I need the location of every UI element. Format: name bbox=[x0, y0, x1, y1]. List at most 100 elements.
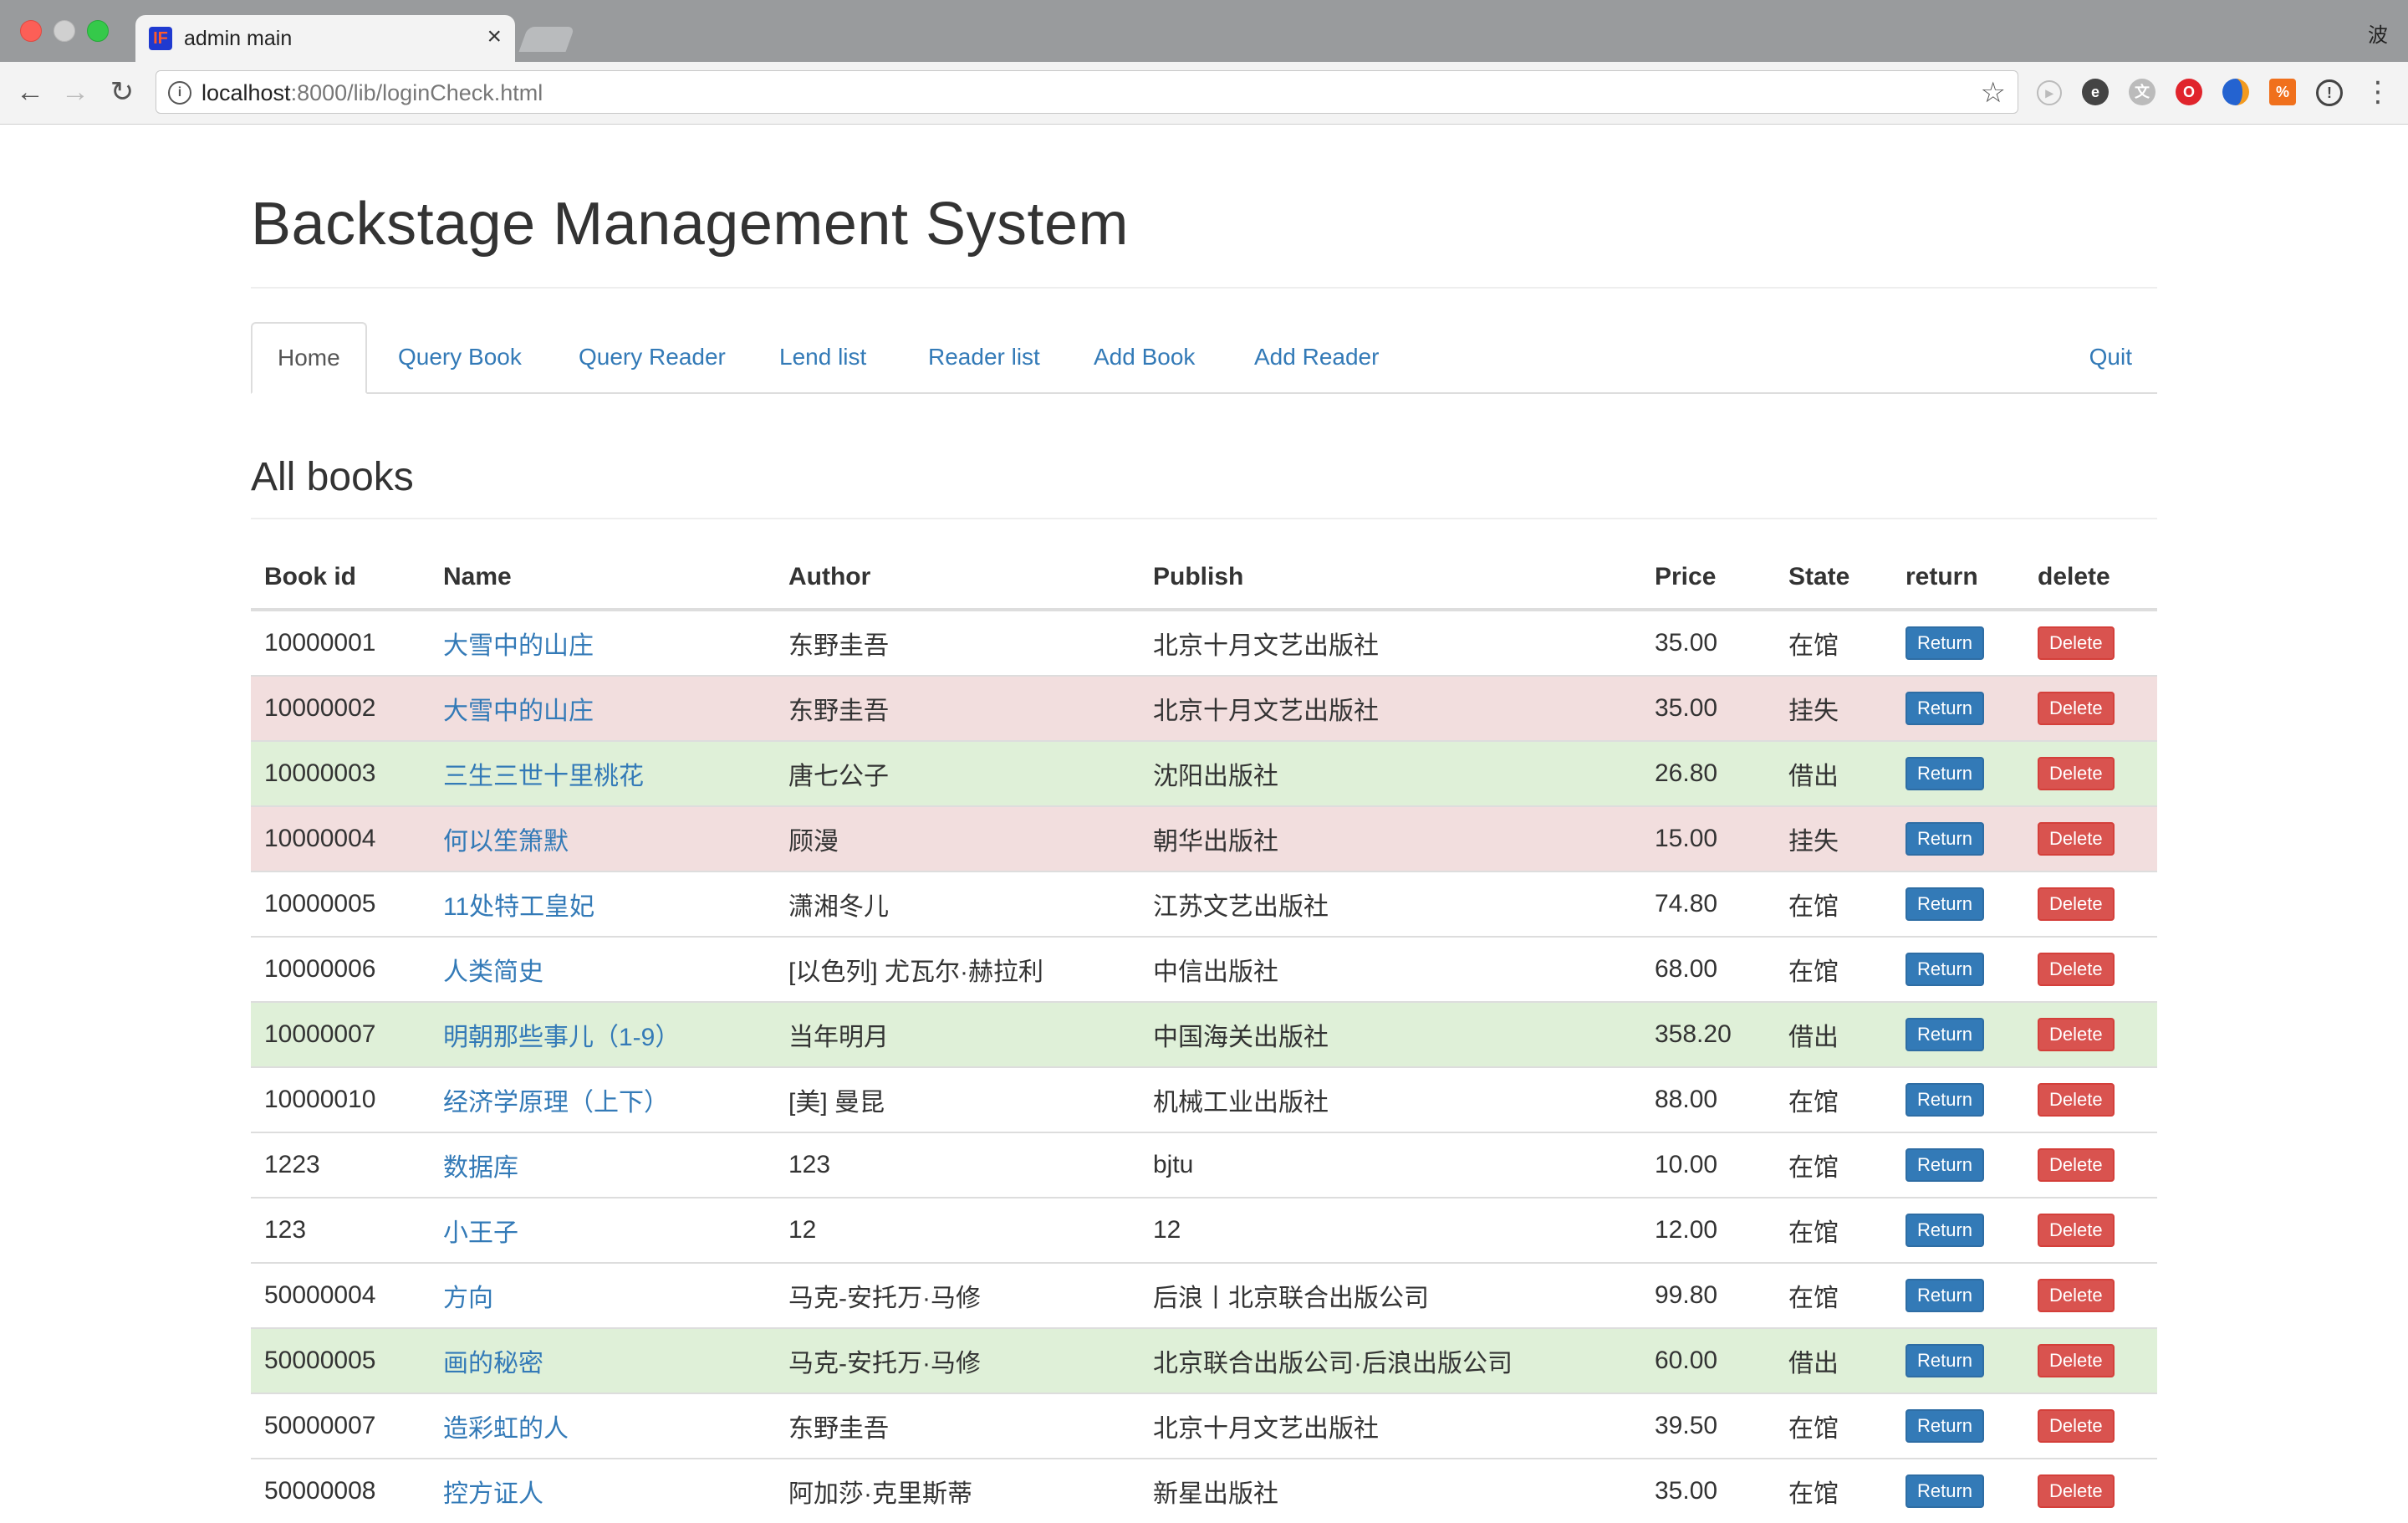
return-button[interactable]: Return bbox=[1905, 1214, 1985, 1247]
delete-cell: Delete bbox=[2024, 1001, 2157, 1067]
book-name-link[interactable]: 大雪中的山庄 bbox=[443, 698, 594, 725]
return-cell: Return bbox=[1892, 1327, 2024, 1393]
book-name-link[interactable]: 大雪中的山庄 bbox=[443, 632, 594, 660]
book-name-link[interactable]: 造彩虹的人 bbox=[443, 1415, 569, 1443]
delete-button[interactable]: Delete bbox=[2038, 822, 2115, 856]
new-tab-button[interactable] bbox=[518, 27, 575, 52]
back-arrow-icon[interactable]: ← bbox=[13, 75, 47, 109]
delete-button[interactable]: Delete bbox=[2038, 887, 2115, 921]
return-button[interactable]: Return bbox=[1905, 822, 1985, 856]
page-content: Backstage Management System Home Query B… bbox=[0, 125, 2408, 1523]
tab-reader-list[interactable]: Reader list bbox=[903, 322, 1065, 392]
site-info-icon[interactable]: i bbox=[168, 81, 191, 105]
book-name-link[interactable]: 画的秘密 bbox=[443, 1350, 543, 1377]
return-button[interactable]: Return bbox=[1905, 1279, 1985, 1312]
delete-button[interactable]: Delete bbox=[2038, 692, 2115, 725]
book-name-link[interactable]: 明朝那些事儿（1-9） bbox=[443, 1024, 680, 1051]
book-name-link[interactable]: 控方证人 bbox=[443, 1480, 543, 1508]
price-cell: 15.00 bbox=[1641, 805, 1775, 871]
book-id-cell: 10000005 bbox=[251, 871, 430, 937]
book-name-link[interactable]: 小王子 bbox=[443, 1219, 518, 1247]
evernote-icon[interactable]: e bbox=[2082, 79, 2109, 105]
delete-button[interactable]: Delete bbox=[2038, 1148, 2115, 1182]
price-cell: 99.80 bbox=[1641, 1262, 1775, 1328]
close-window-button[interactable] bbox=[20, 20, 42, 42]
delete-cell: Delete bbox=[2024, 1066, 2157, 1132]
delete-button[interactable]: Delete bbox=[2038, 1409, 2115, 1443]
tab-query-book[interactable]: Query Book bbox=[373, 322, 547, 392]
delete-button[interactable]: Delete bbox=[2038, 1214, 2115, 1247]
return-button[interactable]: Return bbox=[1905, 1148, 1985, 1182]
return-cell: Return bbox=[1892, 1197, 2024, 1263]
price-cell: 74.80 bbox=[1641, 871, 1775, 937]
translate-icon[interactable]: 文 bbox=[2129, 79, 2155, 105]
book-name-link[interactable]: 三生三世十里桃花 bbox=[443, 763, 644, 790]
opera-icon[interactable]: O bbox=[2176, 79, 2202, 105]
book-name-link[interactable]: 数据库 bbox=[443, 1154, 518, 1182]
return-cell: Return bbox=[1892, 740, 2024, 806]
publish-cell: 北京十月文艺出版社 bbox=[1140, 675, 1641, 741]
tab-query-reader[interactable]: Query Reader bbox=[554, 322, 751, 392]
book-id-cell: 123 bbox=[251, 1197, 430, 1263]
browser-menu-icon[interactable]: ⋮ bbox=[2361, 75, 2395, 109]
delete-button[interactable]: Delete bbox=[2038, 626, 2115, 660]
tab-quit[interactable]: Quit bbox=[2064, 322, 2157, 392]
return-button[interactable]: Return bbox=[1905, 1018, 1985, 1051]
state-cell: 在馆 bbox=[1775, 936, 1892, 1002]
return-button[interactable]: Return bbox=[1905, 953, 1985, 986]
book-name-link[interactable]: 何以笙箫默 bbox=[443, 828, 569, 856]
url-text[interactable]: localhost:8000/lib/loginCheck.html bbox=[202, 79, 543, 106]
tab-lend-list[interactable]: Lend list bbox=[754, 322, 891, 392]
return-button[interactable]: Return bbox=[1905, 887, 1985, 921]
table-row: 50000007 造彩虹的人 东野圭吾 北京十月文艺出版社 39.50 在馆 Return D… bbox=[251, 1393, 2157, 1459]
book-name-cell: 11处特工皇妃 bbox=[430, 871, 775, 937]
return-button[interactable]: Return bbox=[1905, 626, 1985, 660]
book-name-link[interactable]: 11处特工皇妃 bbox=[443, 893, 594, 921]
return-button[interactable]: Return bbox=[1905, 1409, 1985, 1443]
table-header-row: Book id Name Author Publish Price State … bbox=[251, 546, 2157, 611]
browser-tab-active[interactable]: IF admin main × bbox=[135, 15, 515, 62]
reload-icon[interactable]: ↻ bbox=[105, 75, 139, 109]
return-button[interactable]: Return bbox=[1905, 692, 1985, 725]
maximize-window-button[interactable] bbox=[87, 20, 109, 42]
author-cell: [以色列] 尤瓦尔·赫拉利 bbox=[775, 936, 1140, 1002]
book-name-link[interactable]: 人类简史 bbox=[443, 958, 543, 986]
delete-button[interactable]: Delete bbox=[2038, 1474, 2115, 1508]
price-cell: 39.50 bbox=[1641, 1393, 1775, 1459]
delete-button[interactable]: Delete bbox=[2038, 757, 2115, 790]
book-id-cell: 10000001 bbox=[251, 609, 430, 676]
play-icon[interactable]: ▸ bbox=[2037, 80, 2062, 105]
delete-button[interactable]: Delete bbox=[2038, 1279, 2115, 1312]
return-cell: Return bbox=[1892, 1262, 2024, 1328]
delete-button[interactable]: Delete bbox=[2038, 1018, 2115, 1051]
book-name-link[interactable]: 方向 bbox=[443, 1285, 493, 1312]
translator-icon[interactable]: % bbox=[2269, 79, 2296, 105]
state-cell: 在馆 bbox=[1775, 609, 1892, 676]
book-id-cell: 10000003 bbox=[251, 740, 430, 806]
profile-button[interactable]: 波 bbox=[2368, 18, 2388, 48]
bookmark-star-icon[interactable]: ☆ bbox=[1981, 76, 2006, 110]
return-button[interactable]: Return bbox=[1905, 1474, 1985, 1508]
tab-close-icon[interactable]: × bbox=[487, 23, 502, 50]
state-cell: 在馆 bbox=[1775, 1393, 1892, 1459]
address-bar[interactable]: i localhost:8000/lib/loginCheck.html ☆ bbox=[156, 70, 2018, 114]
return-button[interactable]: Return bbox=[1905, 1083, 1985, 1117]
book-name-link[interactable]: 经济学原理（上下） bbox=[443, 1089, 669, 1117]
delete-button[interactable]: Delete bbox=[2038, 1344, 2115, 1377]
tab-home[interactable]: Home bbox=[251, 322, 367, 394]
tab-add-book[interactable]: Add Book bbox=[1069, 322, 1220, 392]
delete-cell: Delete bbox=[2024, 1458, 2157, 1523]
minimize-window-button[interactable] bbox=[54, 20, 75, 42]
forward-arrow-icon[interactable]: → bbox=[59, 75, 92, 109]
tab-add-reader[interactable]: Add Reader bbox=[1229, 322, 1404, 392]
url-path: :8000/lib/loginCheck.html bbox=[290, 80, 543, 105]
info-icon[interactable]: ! bbox=[2316, 79, 2343, 106]
header-book-id: Book id bbox=[251, 546, 430, 611]
return-button[interactable]: Return bbox=[1905, 1344, 1985, 1377]
table-row: 10000004 何以笙箫默 顾漫 朝华出版社 15.00 挂失 Return Delete bbox=[251, 805, 2157, 871]
price-cell: 88.00 bbox=[1641, 1066, 1775, 1132]
delete-button[interactable]: Delete bbox=[2038, 953, 2115, 986]
return-button[interactable]: Return bbox=[1905, 757, 1985, 790]
blue-orange-icon[interactable] bbox=[2222, 79, 2249, 105]
delete-button[interactable]: Delete bbox=[2038, 1083, 2115, 1117]
